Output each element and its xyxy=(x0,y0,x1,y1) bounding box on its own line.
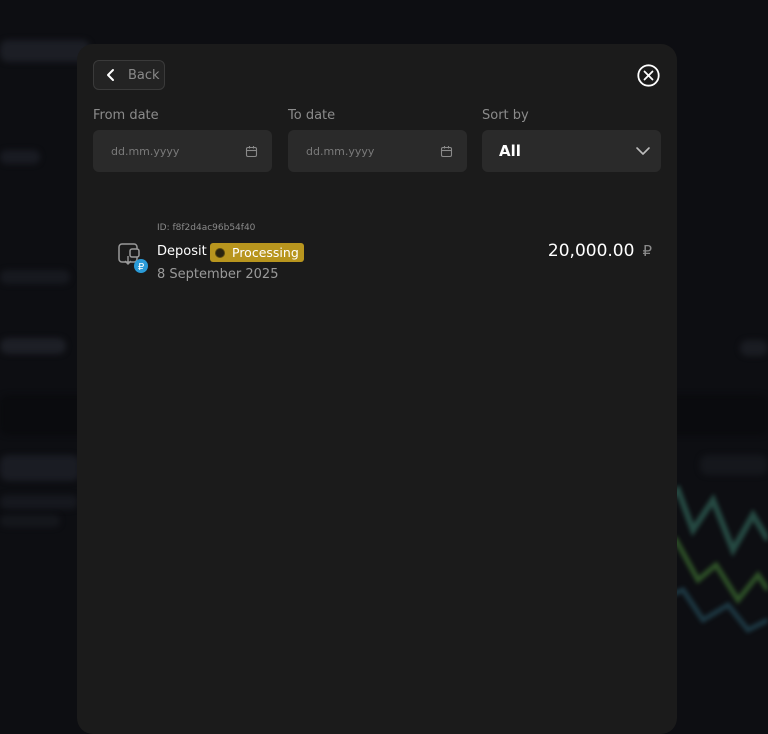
svg-text:₽: ₽ xyxy=(138,262,145,273)
amount-value: 20,000.00 xyxy=(547,241,635,261)
sort-by-label: Sort by xyxy=(482,108,529,123)
backdrop-shape xyxy=(0,495,78,509)
back-label: Back xyxy=(128,67,160,83)
backdrop-shape xyxy=(0,455,80,481)
transaction-row[interactable]: ₽ ID: f8f2d4ac96b54f40 Deposit Processin… xyxy=(112,220,652,290)
backdrop-shape xyxy=(0,150,40,164)
status-badge: Processing xyxy=(210,243,304,262)
transaction-history-modal: Back From date To date Sort by All xyxy=(77,44,677,734)
transaction-amount: 20,000.00 ₽ xyxy=(548,241,652,261)
backdrop-shape xyxy=(0,270,70,284)
currency-symbol: ₽ xyxy=(642,242,652,260)
status-label: Processing xyxy=(232,245,299,260)
calendar-icon[interactable] xyxy=(440,145,453,158)
to-date-input[interactable] xyxy=(304,143,428,159)
from-date-label: From date xyxy=(93,108,159,123)
close-icon[interactable] xyxy=(637,64,660,87)
calendar-icon[interactable] xyxy=(245,145,258,158)
transaction-type: Deposit xyxy=(157,244,207,259)
chevron-left-icon xyxy=(107,69,114,81)
backdrop-shape xyxy=(740,340,768,356)
transaction-date: 8 September 2025 xyxy=(157,267,279,282)
chevron-down-icon xyxy=(636,147,650,155)
wallet-deposit-icon: ₽ xyxy=(118,243,148,273)
sort-by-value: All xyxy=(499,142,521,160)
from-date-input[interactable] xyxy=(109,143,233,159)
to-date-label: To date xyxy=(288,108,336,123)
to-date-field[interactable] xyxy=(288,130,467,172)
transaction-id: ID: f8f2d4ac96b54f40 xyxy=(157,223,256,233)
status-dot-icon xyxy=(215,247,225,258)
sort-by-select[interactable]: All xyxy=(482,130,661,172)
backdrop-shape xyxy=(0,338,66,354)
back-button[interactable]: Back xyxy=(93,60,165,90)
backdrop-shape xyxy=(0,515,60,527)
from-date-field[interactable] xyxy=(93,130,272,172)
